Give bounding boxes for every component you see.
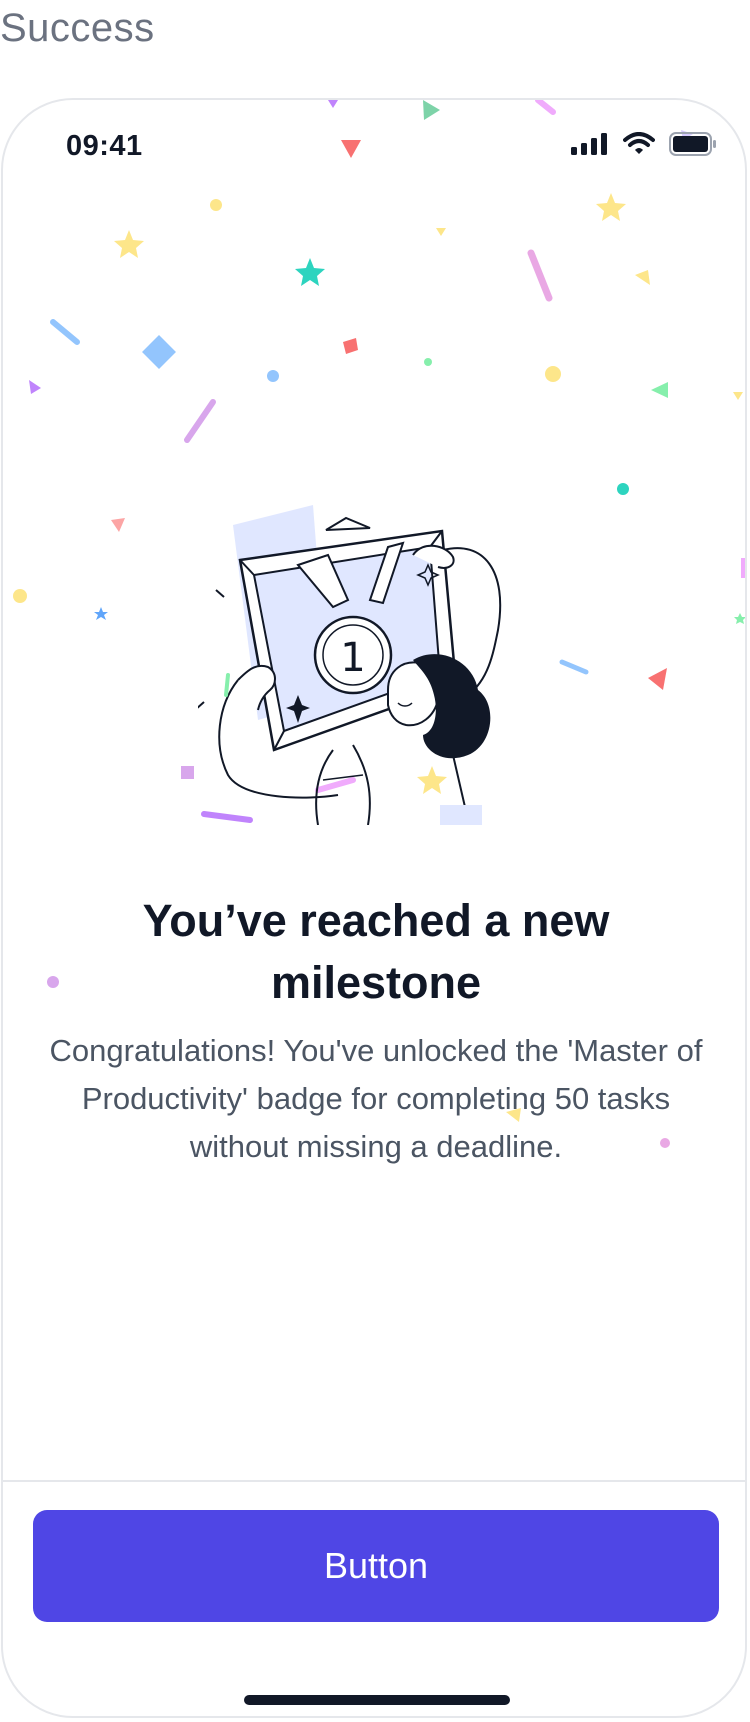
- page-title: You’ve reached a new milestone: [142, 895, 610, 1008]
- status-bar: 09:41: [3, 100, 745, 190]
- wifi-icon: [623, 131, 655, 161]
- phone-frame: 09:41 1 You’ve reached a new milestone C…: [1, 98, 747, 1718]
- home-indicator: [244, 1695, 510, 1705]
- battery-icon: [669, 131, 717, 161]
- footer-divider: [3, 1480, 745, 1482]
- status-time: 09:41: [66, 130, 143, 162]
- page-label: Success: [0, 6, 155, 50]
- milestone-message: Congratulations! You've unlocked the 'Ma…: [49, 1033, 703, 1164]
- milestone-badge-illustration: 1: [194, 505, 502, 826]
- milestone-illustration: 1: [194, 495, 558, 826]
- status-icons: [571, 131, 717, 161]
- badge-number: 1: [340, 635, 365, 681]
- primary-action-button[interactable]: Button: [33, 1510, 719, 1622]
- signal-bars-icon: [571, 132, 609, 160]
